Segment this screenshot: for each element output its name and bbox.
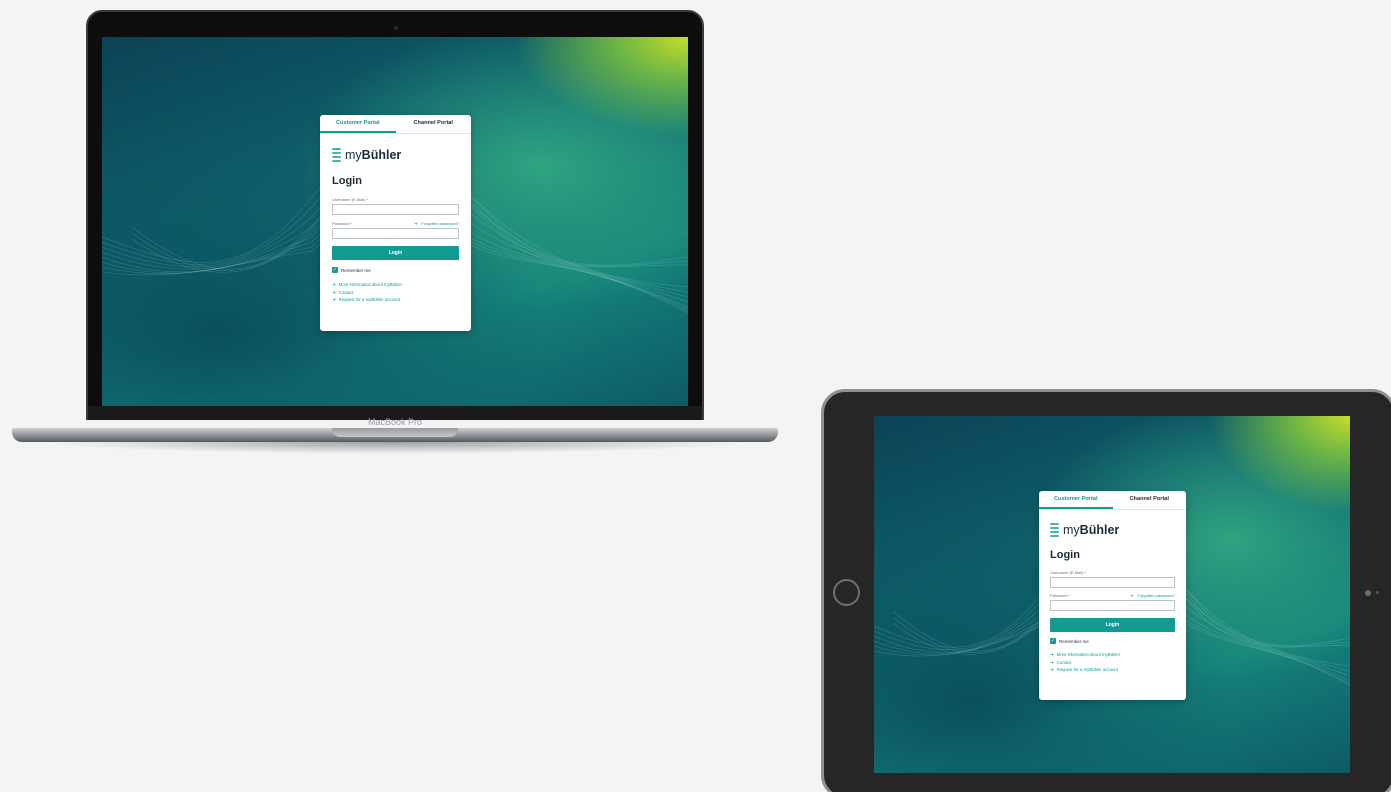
- login-card: Customer Portal Channel Portal myBühler …: [1039, 491, 1186, 700]
- link-request-account[interactable]: ➜ Request for a myBühler account: [1050, 666, 1175, 674]
- remember-me-label: Remember me: [341, 267, 371, 273]
- brand-prefix: my: [1063, 523, 1080, 537]
- password-input[interactable]: [1050, 600, 1175, 611]
- forgot-password-link[interactable]: ➜ Forgotten password?: [414, 221, 459, 226]
- link-label: Request for a myBühler account: [1056, 667, 1118, 672]
- login-card-body: myBühler Login Username (E-Mail) * Passw…: [320, 147, 471, 304]
- link-contact[interactable]: ➜ Contact: [1050, 659, 1175, 667]
- buhler-logo-icon: [332, 147, 341, 163]
- portal-tabs: Customer Portal Channel Portal: [1039, 491, 1186, 510]
- remember-me-checkbox[interactable]: ✓: [332, 267, 338, 273]
- home-button-icon[interactable]: [833, 579, 860, 606]
- arrow-right-icon: ➜: [1050, 667, 1054, 672]
- remember-me-row: ✓ Remember me: [1050, 638, 1175, 644]
- link-label: More information about myBühler: [338, 282, 403, 287]
- login-card: Customer Portal Channel Portal myBühler …: [320, 115, 471, 331]
- username-label: Username (E-Mail) *: [332, 197, 369, 202]
- buhler-logo-icon: [1050, 522, 1059, 538]
- page-title: Login: [1050, 549, 1080, 561]
- link-contact[interactable]: ➜ Contact: [332, 289, 459, 297]
- tab-customer-portal[interactable]: Customer Portal: [320, 115, 396, 133]
- brand-name: myBühler: [345, 148, 401, 162]
- forgot-password-link[interactable]: ➜ Forgotten password?: [1130, 593, 1175, 598]
- tab-customer-portal[interactable]: Customer Portal: [1039, 491, 1113, 509]
- tablet-sensor: [1376, 591, 1379, 594]
- password-label-row: Password * ➜ Forgotten password?: [1050, 593, 1175, 598]
- tab-channel-portal[interactable]: Channel Portal: [396, 115, 472, 133]
- brand-logo: myBühler: [1050, 522, 1175, 538]
- laptop-camera: [394, 26, 398, 30]
- brand-logo: myBühler: [332, 147, 459, 163]
- arrow-right-icon: ➜: [1129, 593, 1135, 598]
- brand-wordmark: Bühler: [1079, 523, 1120, 537]
- password-label: Password *: [1050, 593, 1071, 598]
- username-input[interactable]: [1050, 577, 1175, 588]
- link-label: Contact: [1056, 659, 1072, 665]
- username-input[interactable]: [332, 204, 459, 215]
- password-label-row: Password * ➜ Forgotten password?: [332, 221, 459, 226]
- help-links: ➜ More information about myBühler ➜ Contac…: [332, 281, 459, 304]
- tablet-screen: Customer Portal Channel Portal myBühler …: [874, 416, 1350, 773]
- page-title: Login: [332, 175, 362, 187]
- tablet-camera: [1365, 590, 1371, 596]
- laptop-screen: Customer Portal Channel Portal myBühler …: [102, 37, 688, 406]
- login-card-body: myBühler Login Username (E-Mail) * Passw…: [1039, 522, 1186, 674]
- username-label: Username (E-Mail) *: [1050, 570, 1087, 575]
- link-request-account[interactable]: ➜ Request for a myBühler account: [332, 296, 459, 304]
- laptop-label: MacBook Pro: [367, 417, 423, 427]
- brand-wordmark: Bühler: [361, 148, 402, 162]
- arrow-right-icon: ➜: [332, 289, 336, 295]
- forgot-password-label: Forgotten password?: [1137, 593, 1175, 598]
- login-button[interactable]: Login: [1050, 618, 1175, 632]
- arrow-right-icon: ➜: [1050, 659, 1054, 665]
- laptop-notch: [332, 428, 458, 437]
- link-label: Request for a myBühler account: [338, 297, 400, 302]
- arrow-right-icon: ➜: [1050, 652, 1054, 657]
- arrow-right-icon: ➜: [332, 282, 336, 287]
- device-mockup-stage: MacBook Pro Customer Portal Channel Port…: [0, 0, 1391, 792]
- arrow-right-icon: ➜: [332, 297, 336, 302]
- login-button[interactable]: Login: [332, 246, 459, 260]
- arrow-right-icon: ➜: [413, 221, 419, 226]
- link-more-info[interactable]: ➜ More information about myBühler: [332, 281, 459, 289]
- help-links: ➜ More information about myBühler ➜ Contac…: [1050, 651, 1175, 674]
- remember-me-label: Remember me: [1059, 638, 1089, 644]
- link-label: More information about myBühler: [1056, 652, 1121, 657]
- portal-tabs: Customer Portal Channel Portal: [320, 115, 471, 134]
- link-more-info[interactable]: ➜ More information about myBühler: [1050, 651, 1175, 659]
- laptop-shadow: [40, 442, 750, 454]
- remember-me-checkbox[interactable]: ✓: [1050, 638, 1056, 644]
- brand-name: myBühler: [1063, 523, 1119, 537]
- password-label: Password *: [332, 221, 353, 226]
- link-label: Contact: [338, 289, 354, 295]
- password-input[interactable]: [332, 228, 459, 239]
- tab-channel-portal[interactable]: Channel Portal: [1113, 491, 1187, 509]
- forgot-password-label: Forgotten password?: [421, 221, 459, 226]
- brand-prefix: my: [345, 148, 362, 162]
- remember-me-row: ✓ Remember me: [332, 267, 459, 273]
